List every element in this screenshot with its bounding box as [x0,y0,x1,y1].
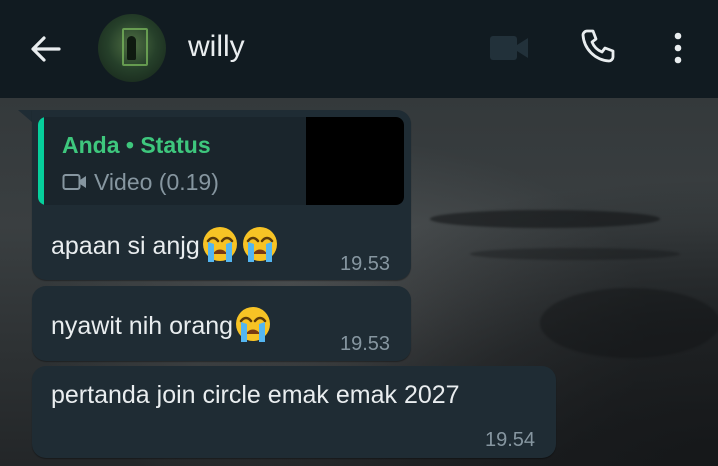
message-text-content: apaan si anjg [51,232,200,260]
message-text: pertanda join circle emak emak 2027 [51,381,460,409]
avatar[interactable] [98,14,166,82]
contact-name[interactable]: willy [188,29,245,65]
phone-icon[interactable] [580,28,616,64]
message-timestamp: 19.54 [485,429,536,451]
wallpaper-streak [470,248,680,260]
message-text: nyawit nih orang [51,304,273,344]
loudly-crying-face-emoji [242,227,277,262]
status-thumbnail[interactable] [306,117,404,205]
quoted-status-reply[interactable]: Anda • Status Video (0.19) [38,117,404,205]
wallpaper-streak [540,288,718,358]
chat-header: willy [0,0,718,98]
back-arrow-icon[interactable] [28,32,62,66]
loudly-crying-face-emoji [202,227,237,262]
wallpaper-streak [430,210,660,228]
loudly-crying-face-emoji [236,307,271,342]
vertical-dots-menu-icon[interactable] [668,30,688,66]
video-camera-icon[interactable] [488,32,530,64]
message-timestamp: 19.53 [340,253,391,275]
quote-detail: Video (0.19) [94,169,219,195]
bubble-tail [18,110,32,122]
message-text-content: nyawit nih orang [51,312,234,340]
message-text: apaan si anjg [51,224,280,264]
quote-author: Anda • Status [62,132,211,158]
quote-accent-bar [38,117,44,205]
message-timestamp: 19.53 [340,333,391,355]
video-camera-icon [62,174,86,190]
